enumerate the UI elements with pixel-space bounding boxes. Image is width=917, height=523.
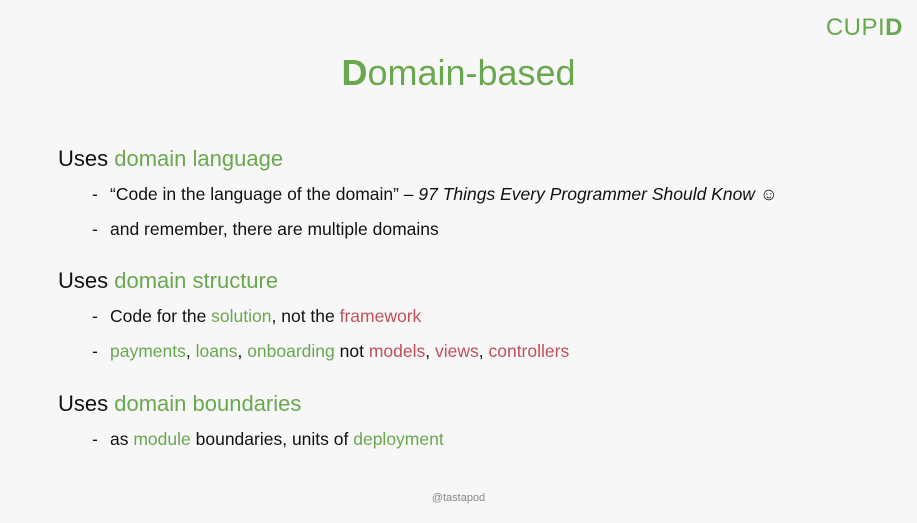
section-heading: Uses domain boundaries [58,391,444,417]
bullet-text: and remember, there are multiple domains [110,219,439,239]
term-controllers: controllers [488,341,570,361]
separator: , [425,341,435,361]
bullet-dash: - [92,429,98,449]
term-payments: payments [110,341,186,361]
separator: , [185,341,196,361]
heading-term: domain language [114,146,284,171]
logo-highlight: D [885,14,903,41]
heading-prefix: Uses [58,391,115,416]
footer-handle: @tastapod [431,492,486,504]
section-domain-language: Uses domain language - “Code in the langu… [58,146,778,254]
bullet-item: - as module boundaries, units of deployme… [92,429,444,450]
bullet-text: boundaries, units of [190,429,354,449]
bullet-item: - payments, loans, onboarding not models,… [92,341,569,362]
logo-prefix: CUPI [825,14,886,41]
bullet-item: - Code for the solution, not the framewor… [92,306,569,327]
heading-prefix: Uses [58,146,115,171]
bullet-text: Code for the [110,306,212,326]
heading-term: domain boundaries [114,391,302,416]
section-heading: Uses domain structure [58,268,569,294]
bullet-text: as [110,429,134,449]
bullet-list: - as module boundaries, units of deployme… [92,429,444,450]
smiley-icon: ☺ [759,184,778,204]
quote-text: “Code in the language of the domain” – [110,184,419,204]
bullet-list: - “Code in the language of the domain” – … [92,184,778,240]
term-models: models [368,341,426,361]
term-onboarding: onboarding [247,341,335,361]
section-domain-boundaries: Uses domain boundaries - as module bounda… [58,391,444,464]
term-views: views [434,341,479,361]
section-heading: Uses domain language [58,146,778,172]
book-title: 97 Things Every Programmer Should Know [418,184,755,204]
bullet-list: - Code for the solution, not the framewor… [92,306,569,362]
bullet-dash: - [92,341,98,361]
section-domain-structure: Uses domain structure - Code for the solu… [58,268,569,376]
slide-title: Domain-based [0,52,917,94]
heading-prefix: Uses [58,268,115,293]
term-module: module [133,429,191,449]
bullet-text: , not the [271,306,340,326]
term-loans: loans [195,341,238,361]
title-rest: omain-based [367,52,576,93]
bullet-dash: - [92,184,98,204]
separator: not [334,341,369,361]
term-deployment: deployment [353,429,444,449]
bullet-item: - and remember, there are multiple domain… [92,219,778,240]
slide: CUPID Domain-based Uses domain language … [0,0,917,523]
bullet-item: - “Code in the language of the domain” – … [92,184,778,205]
term-solution: solution [211,306,272,326]
title-first-letter: D [341,52,368,93]
cupid-logo: CUPID [826,14,903,42]
bullet-dash: - [92,219,98,239]
heading-term: domain structure [114,268,279,293]
term-framework: framework [339,306,422,326]
bullet-dash: - [92,306,98,326]
separator: , [237,341,248,361]
